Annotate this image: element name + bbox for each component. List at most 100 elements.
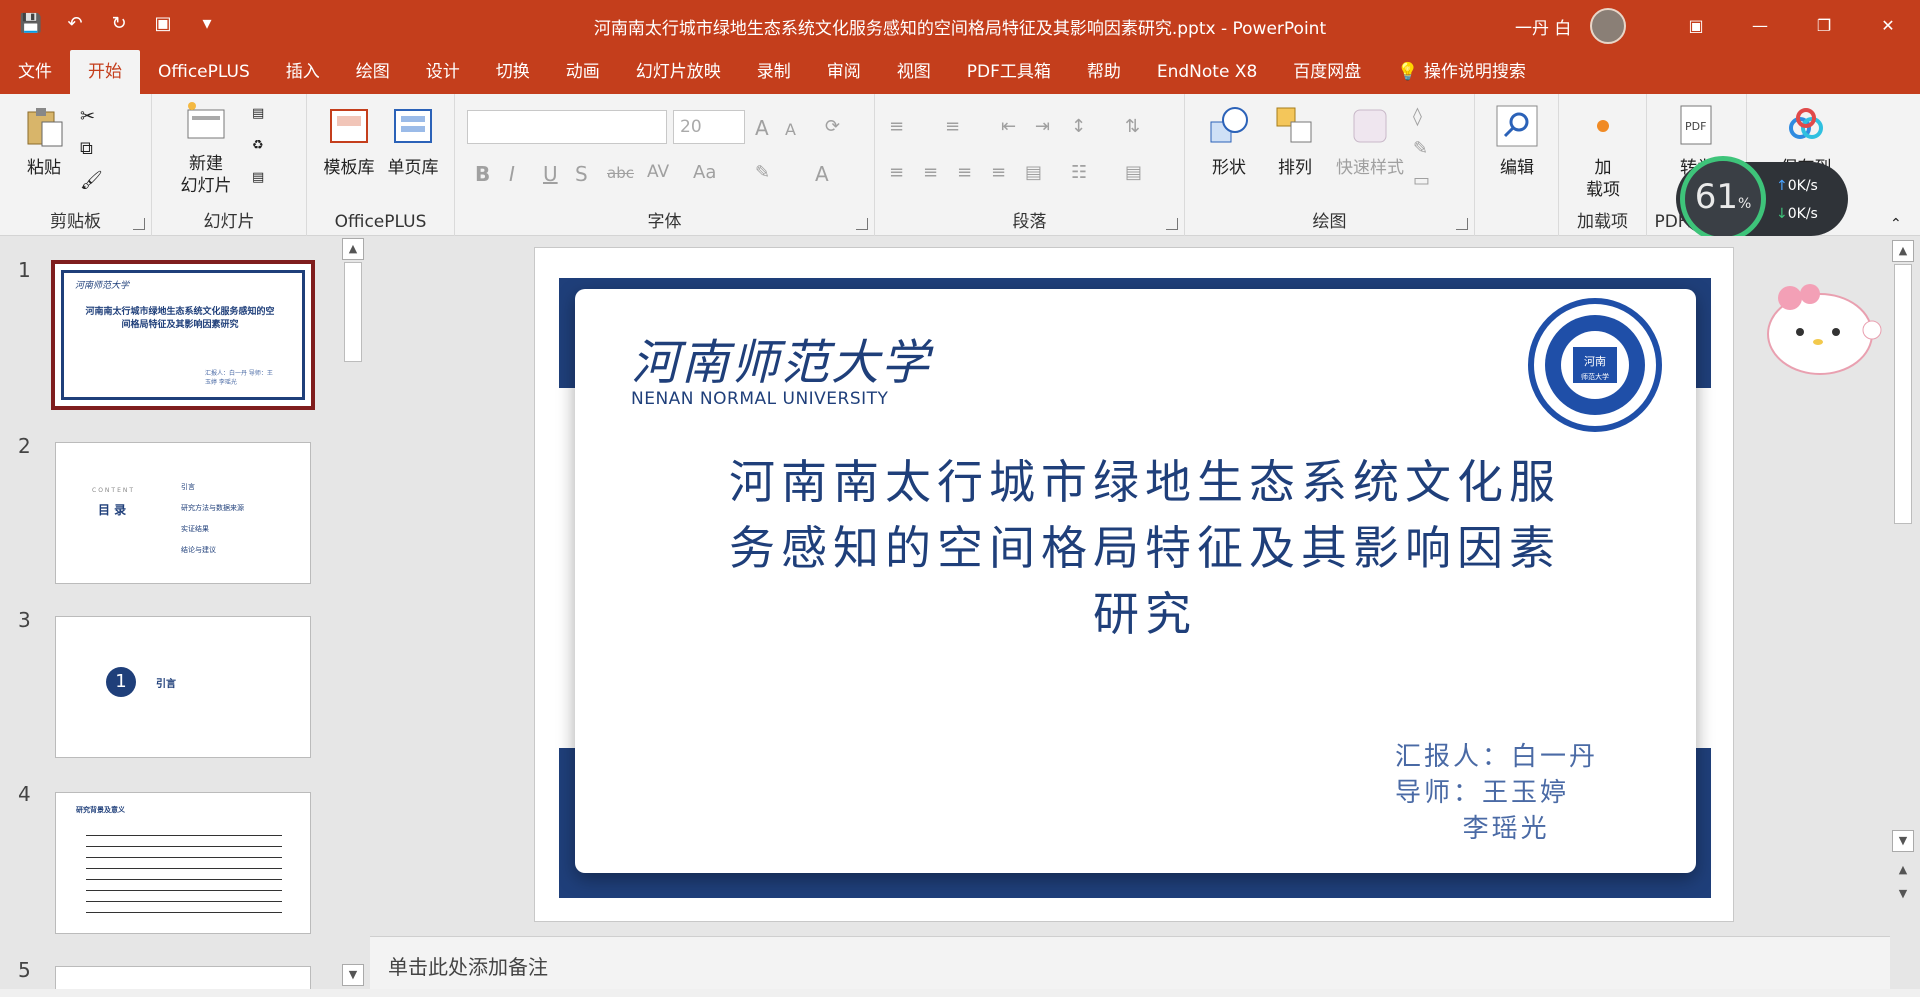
- group-slides: 新建 幻灯片 ▤ ♻ ▤ 幻灯片: [152, 94, 307, 236]
- align-text-icon[interactable]: ▤: [1125, 162, 1147, 183]
- paragraph-launcher-icon[interactable]: [1166, 218, 1178, 230]
- tab-design[interactable]: 设计: [408, 50, 478, 94]
- arrange-button[interactable]: 排列: [1265, 104, 1325, 180]
- restore-icon[interactable]: ❐: [1792, 0, 1856, 50]
- thumb-number-3: 3: [18, 608, 31, 632]
- shape-effects-icon[interactable]: ▭: [1413, 170, 1435, 191]
- tab-file[interactable]: 文件: [0, 50, 70, 94]
- font-name-combo[interactable]: [467, 110, 667, 144]
- tab-insert[interactable]: 插入: [268, 50, 338, 94]
- increase-indent-icon[interactable]: ⇥: [1035, 116, 1057, 137]
- section-icon[interactable]: ▤: [252, 170, 274, 190]
- minimize-icon[interactable]: —: [1728, 0, 1792, 50]
- thumbnails-scrollbar[interactable]: ▲ ▼: [340, 236, 366, 989]
- svg-text:河南: 河南: [1584, 355, 1606, 368]
- shrink-font-icon[interactable]: A: [785, 120, 807, 140]
- slide-content-card: 河南师范大学 NENAN NORMAL UNIVERSITY 河南 师范大学 河…: [575, 289, 1696, 873]
- paste-button[interactable]: 粘贴: [14, 104, 74, 180]
- drawing-launcher-icon[interactable]: [1456, 218, 1468, 230]
- tab-endnote[interactable]: EndNote X8: [1139, 50, 1275, 94]
- shape-fill-icon[interactable]: ◊: [1413, 106, 1435, 127]
- tell-me-search[interactable]: 💡 操作说明搜索: [1379, 50, 1544, 94]
- slide-editor-scrollbar[interactable]: ▲ ▼ ▲ ▼: [1890, 236, 1920, 989]
- avatar[interactable]: [1590, 8, 1626, 44]
- tab-review[interactable]: 审阅: [809, 50, 879, 94]
- close-icon[interactable]: ✕: [1856, 0, 1920, 50]
- collapse-ribbon-icon[interactable]: ⌃: [1890, 216, 1912, 236]
- tab-transitions[interactable]: 切换: [478, 50, 548, 94]
- notes-pane[interactable]: 单击此处添加备注: [370, 936, 1890, 989]
- addins-button[interactable]: 加 载项: [1573, 104, 1633, 201]
- scroll-up-icon[interactable]: ▲: [342, 238, 364, 260]
- font-launcher-icon[interactable]: [856, 218, 868, 230]
- current-slide[interactable]: 河南师范大学 NENAN NORMAL UNIVERSITY 河南 师范大学 河…: [534, 247, 1734, 922]
- line-spacing-icon[interactable]: ↕: [1071, 116, 1093, 137]
- change-case-icon[interactable]: Aa: [693, 162, 716, 183]
- layout-icon[interactable]: ▤: [252, 106, 274, 126]
- align-right-icon[interactable]: ≡: [957, 162, 979, 183]
- tab-baidu-netdisk[interactable]: 百度网盘: [1275, 50, 1379, 94]
- cut-icon[interactable]: ✂: [80, 106, 102, 127]
- font-color-icon[interactable]: A: [815, 162, 837, 186]
- numbering-icon[interactable]: ≡: [945, 116, 967, 137]
- text-direction-icon[interactable]: ⇅: [1125, 116, 1147, 137]
- powerpoint-window: 💾 ↶ ↻ ▣ ▾ 河南南太行城市绿地生态系统文化服务感知的空间格局特征及其影响…: [0, 0, 1920, 997]
- tab-draw[interactable]: 绘图: [338, 50, 408, 94]
- align-left-icon[interactable]: ≡: [889, 162, 911, 183]
- tab-officeplus[interactable]: OfficePLUS: [140, 50, 268, 94]
- decrease-indent-icon[interactable]: ⇤: [1001, 116, 1023, 137]
- copy-icon[interactable]: ⧉: [80, 138, 102, 159]
- bullets-icon[interactable]: ≡: [889, 116, 911, 137]
- single-page-library-button[interactable]: 单页库: [383, 104, 443, 180]
- shape-outline-icon[interactable]: ✎: [1413, 138, 1435, 159]
- distributed-icon[interactable]: ▤: [1025, 162, 1047, 183]
- tab-pdf-toolbox[interactable]: PDF工具箱: [949, 50, 1069, 94]
- underline-icon[interactable]: U: [543, 162, 565, 186]
- slide-thumbnail-1[interactable]: 河南师范大学 河南南太行城市绿地生态系统文化服务感知的空间格局特征及其影响因素研…: [51, 260, 315, 410]
- shapes-button[interactable]: 形状: [1199, 104, 1259, 180]
- quick-styles-button[interactable]: 快速样式: [1325, 104, 1415, 180]
- tab-animations[interactable]: 动画: [548, 50, 618, 94]
- edit-button[interactable]: 编辑: [1489, 104, 1545, 180]
- slide-thumbnail-2[interactable]: CONTENT 目 录 引言 研究方法与数据来源 实证结果 结论与建议: [55, 442, 311, 584]
- char-spacing-icon[interactable]: AV: [647, 162, 669, 182]
- ribbon-display-icon[interactable]: ▣: [1664, 0, 1728, 50]
- tab-record[interactable]: 录制: [739, 50, 809, 94]
- network-speed-widget[interactable]: 61% ↑0K/s ↓0K/s: [1676, 156, 1848, 242]
- clipboard-launcher-icon[interactable]: [133, 218, 145, 230]
- slide-thumbnail-3[interactable]: 1 引言: [55, 616, 311, 758]
- hello-kitty-sticker-icon[interactable]: [1760, 270, 1890, 390]
- reset-icon[interactable]: ♻: [252, 138, 274, 158]
- user-name[interactable]: 一丹 白: [1515, 14, 1571, 39]
- slide-thumbnail-4[interactable]: 研究背景及意义: [55, 792, 311, 934]
- scroll-down-icon[interactable]: ▼: [342, 964, 364, 986]
- tab-help[interactable]: 帮助: [1069, 50, 1139, 94]
- tab-home[interactable]: 开始: [70, 50, 140, 94]
- template-library-button[interactable]: 模板库: [319, 104, 379, 180]
- scroll-thumb[interactable]: [344, 262, 362, 362]
- thumb1-meta: 汇报人：白一丹 导师：王玉婷 李瑶光: [205, 370, 273, 386]
- editor-scroll-down-icon[interactable]: ▼: [1892, 830, 1914, 852]
- format-painter-icon[interactable]: 🖌: [80, 170, 103, 191]
- next-slide-icon[interactable]: ▼: [1892, 884, 1914, 906]
- tab-slideshow[interactable]: 幻灯片放映: [618, 50, 739, 94]
- font-size-combo[interactable]: 20: [673, 110, 745, 144]
- columns-icon[interactable]: ☷: [1071, 162, 1093, 183]
- highlight-icon[interactable]: ✎: [755, 162, 777, 183]
- editor-scroll-up-icon[interactable]: ▲: [1892, 240, 1914, 262]
- tell-me-label: 操作说明搜索: [1423, 62, 1526, 82]
- tab-view[interactable]: 视图: [879, 50, 949, 94]
- grow-font-icon[interactable]: A: [755, 116, 777, 140]
- editor-scroll-thumb[interactable]: [1894, 264, 1912, 524]
- align-center-icon[interactable]: ≡: [923, 162, 945, 183]
- shadow-icon[interactable]: S: [575, 162, 597, 186]
- thumb2-item-3: 实证结果: [181, 525, 209, 533]
- new-slide-button[interactable]: 新建 幻灯片: [166, 100, 246, 197]
- strikethrough-icon[interactable]: abc: [607, 164, 634, 184]
- previous-slide-icon[interactable]: ▲: [1892, 860, 1914, 882]
- bold-icon[interactable]: B: [475, 162, 497, 186]
- italic-icon[interactable]: I: [509, 162, 531, 186]
- quick-styles-label: 快速样式: [1336, 158, 1404, 179]
- clear-format-icon[interactable]: ⟳: [825, 116, 847, 137]
- justify-icon[interactable]: ≡: [991, 162, 1013, 183]
